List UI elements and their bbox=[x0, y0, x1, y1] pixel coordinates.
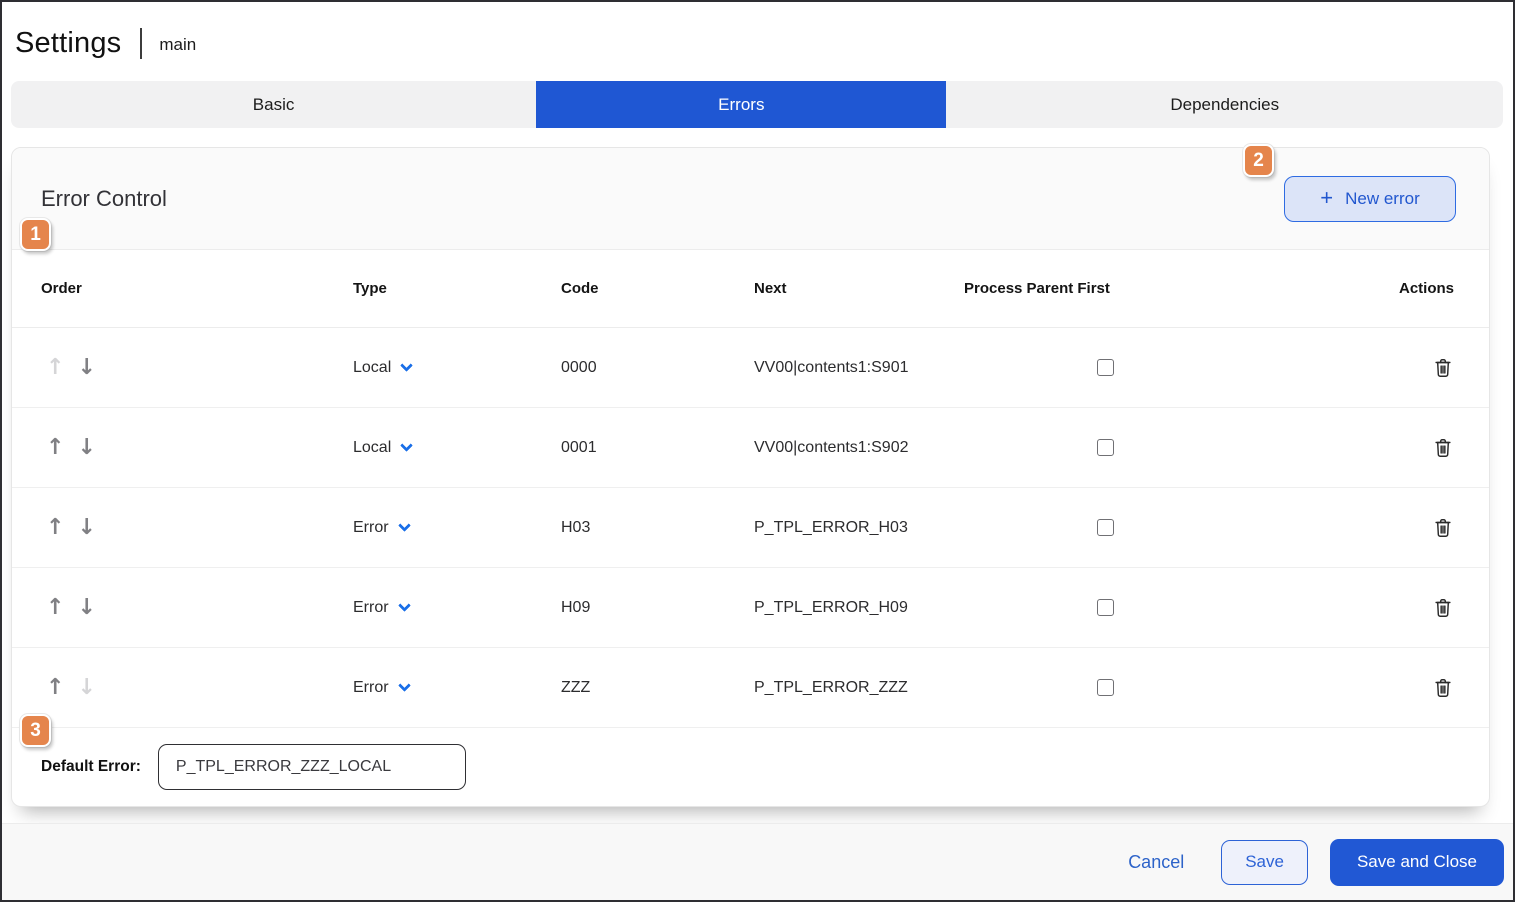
default-error-section: Default Error: bbox=[12, 728, 1489, 806]
column-header-next: Next bbox=[754, 280, 964, 297]
section-title: Error Control bbox=[41, 186, 167, 212]
next-value: VV00|contents1:S901 bbox=[754, 359, 964, 377]
type-dropdown[interactable]: Local bbox=[353, 359, 561, 377]
move-down-button[interactable]: ↓ bbox=[77, 437, 95, 459]
title-divider bbox=[140, 28, 142, 59]
chevron-down-icon bbox=[400, 359, 413, 372]
trash-icon bbox=[1432, 437, 1454, 459]
delete-button[interactable] bbox=[1432, 677, 1454, 699]
process-parent-first-checkbox[interactable] bbox=[1097, 599, 1114, 616]
default-error-label: Default Error: bbox=[41, 758, 141, 776]
type-value: Local bbox=[353, 359, 391, 377]
tab-bar: Basic Errors Dependencies bbox=[11, 81, 1503, 128]
trash-icon bbox=[1432, 357, 1454, 379]
move-up-button[interactable]: ↑ bbox=[46, 517, 64, 539]
next-value: VV00|contents1:S902 bbox=[754, 439, 964, 457]
code-value: ZZZ bbox=[561, 679, 754, 697]
column-header-order: Order bbox=[41, 280, 353, 297]
settings-window: Settings main Basic Errors Dependencies … bbox=[0, 0, 1515, 902]
process-parent-first-checkbox[interactable] bbox=[1097, 439, 1114, 456]
type-dropdown[interactable]: Local bbox=[353, 439, 561, 457]
process-parent-first-checkbox[interactable] bbox=[1097, 679, 1114, 696]
trash-icon bbox=[1432, 677, 1454, 699]
next-value: P_TPL_ERROR_H09 bbox=[754, 599, 964, 617]
delete-button[interactable] bbox=[1432, 437, 1454, 459]
table-row: ↑ ↓ Local 0000 VV00|contents1:S901 bbox=[12, 328, 1489, 408]
chevron-down-icon bbox=[400, 439, 413, 452]
new-error-label: New error bbox=[1345, 189, 1420, 209]
new-error-button[interactable]: + New error bbox=[1284, 176, 1456, 222]
tab-dependencies[interactable]: Dependencies bbox=[946, 81, 1503, 128]
move-down-button[interactable]: ↓ bbox=[77, 597, 95, 619]
type-value: Local bbox=[353, 439, 391, 457]
save-and-close-button[interactable]: Save and Close bbox=[1330, 839, 1504, 886]
process-parent-first-checkbox[interactable] bbox=[1097, 359, 1114, 376]
table-row: ↑ ↓ Local 0001 VV00|contents1:S902 bbox=[12, 408, 1489, 488]
process-parent-first-checkbox[interactable] bbox=[1097, 519, 1114, 536]
table-row: ↑ ↓ Error ZZZ P_TPL_ERROR_ZZZ bbox=[12, 648, 1489, 728]
table-row: ↑ ↓ Error H09 P_TPL_ERROR_H09 bbox=[12, 568, 1489, 648]
type-value: Error bbox=[353, 519, 389, 537]
chevron-down-icon bbox=[398, 519, 411, 532]
type-dropdown[interactable]: Error bbox=[353, 599, 561, 617]
page-title: Settings bbox=[15, 27, 121, 60]
annotation-badge-3: 3 bbox=[20, 714, 51, 747]
tab-basic[interactable]: Basic bbox=[11, 81, 536, 128]
move-up-button[interactable]: ↑ bbox=[46, 437, 64, 459]
move-up-button[interactable]: ↑ bbox=[46, 597, 64, 619]
code-value: 0001 bbox=[561, 439, 754, 457]
page-subtitle: main bbox=[159, 33, 196, 55]
delete-button[interactable] bbox=[1432, 597, 1454, 619]
code-value: H09 bbox=[561, 599, 754, 617]
type-dropdown[interactable]: Error bbox=[353, 679, 561, 697]
column-header-actions: Actions bbox=[1246, 280, 1454, 297]
move-up-button: ↑ bbox=[46, 357, 64, 379]
app-header: Settings main bbox=[2, 2, 1513, 81]
type-value: Error bbox=[353, 599, 389, 617]
plus-icon: + bbox=[1320, 187, 1333, 209]
column-header-process-parent-first: Process Parent First bbox=[964, 280, 1246, 297]
move-down-button: ↓ bbox=[77, 677, 95, 699]
tab-errors[interactable]: Errors bbox=[536, 81, 946, 128]
type-dropdown[interactable]: Error bbox=[353, 519, 561, 537]
column-header-type: Type bbox=[353, 280, 561, 297]
trash-icon bbox=[1432, 597, 1454, 619]
next-value: P_TPL_ERROR_ZZZ bbox=[754, 679, 964, 697]
default-error-input[interactable] bbox=[158, 744, 466, 790]
column-header-code: Code bbox=[561, 280, 754, 297]
footer-bar: Cancel Save Save and Close bbox=[2, 823, 1513, 900]
error-control-panel: Error Control + New error Order Type Cod… bbox=[11, 147, 1490, 807]
move-down-button[interactable]: ↓ bbox=[77, 517, 95, 539]
type-value: Error bbox=[353, 679, 389, 697]
save-button[interactable]: Save bbox=[1221, 840, 1308, 885]
chevron-down-icon bbox=[398, 599, 411, 612]
code-value: H03 bbox=[561, 519, 754, 537]
annotation-badge-1: 1 bbox=[20, 218, 51, 251]
table-header-row: Order Type Code Next Process Parent Firs… bbox=[12, 250, 1489, 328]
next-value: P_TPL_ERROR_H03 bbox=[754, 519, 964, 537]
cancel-button[interactable]: Cancel bbox=[1128, 852, 1184, 873]
trash-icon bbox=[1432, 517, 1454, 539]
code-value: 0000 bbox=[561, 359, 754, 377]
move-down-button[interactable]: ↓ bbox=[77, 357, 95, 379]
table-row: ↑ ↓ Error H03 P_TPL_ERROR_H03 bbox=[12, 488, 1489, 568]
delete-button[interactable] bbox=[1432, 357, 1454, 379]
annotation-badge-2: 2 bbox=[1243, 144, 1274, 177]
delete-button[interactable] bbox=[1432, 517, 1454, 539]
move-up-button[interactable]: ↑ bbox=[46, 677, 64, 699]
chevron-down-icon bbox=[398, 679, 411, 692]
